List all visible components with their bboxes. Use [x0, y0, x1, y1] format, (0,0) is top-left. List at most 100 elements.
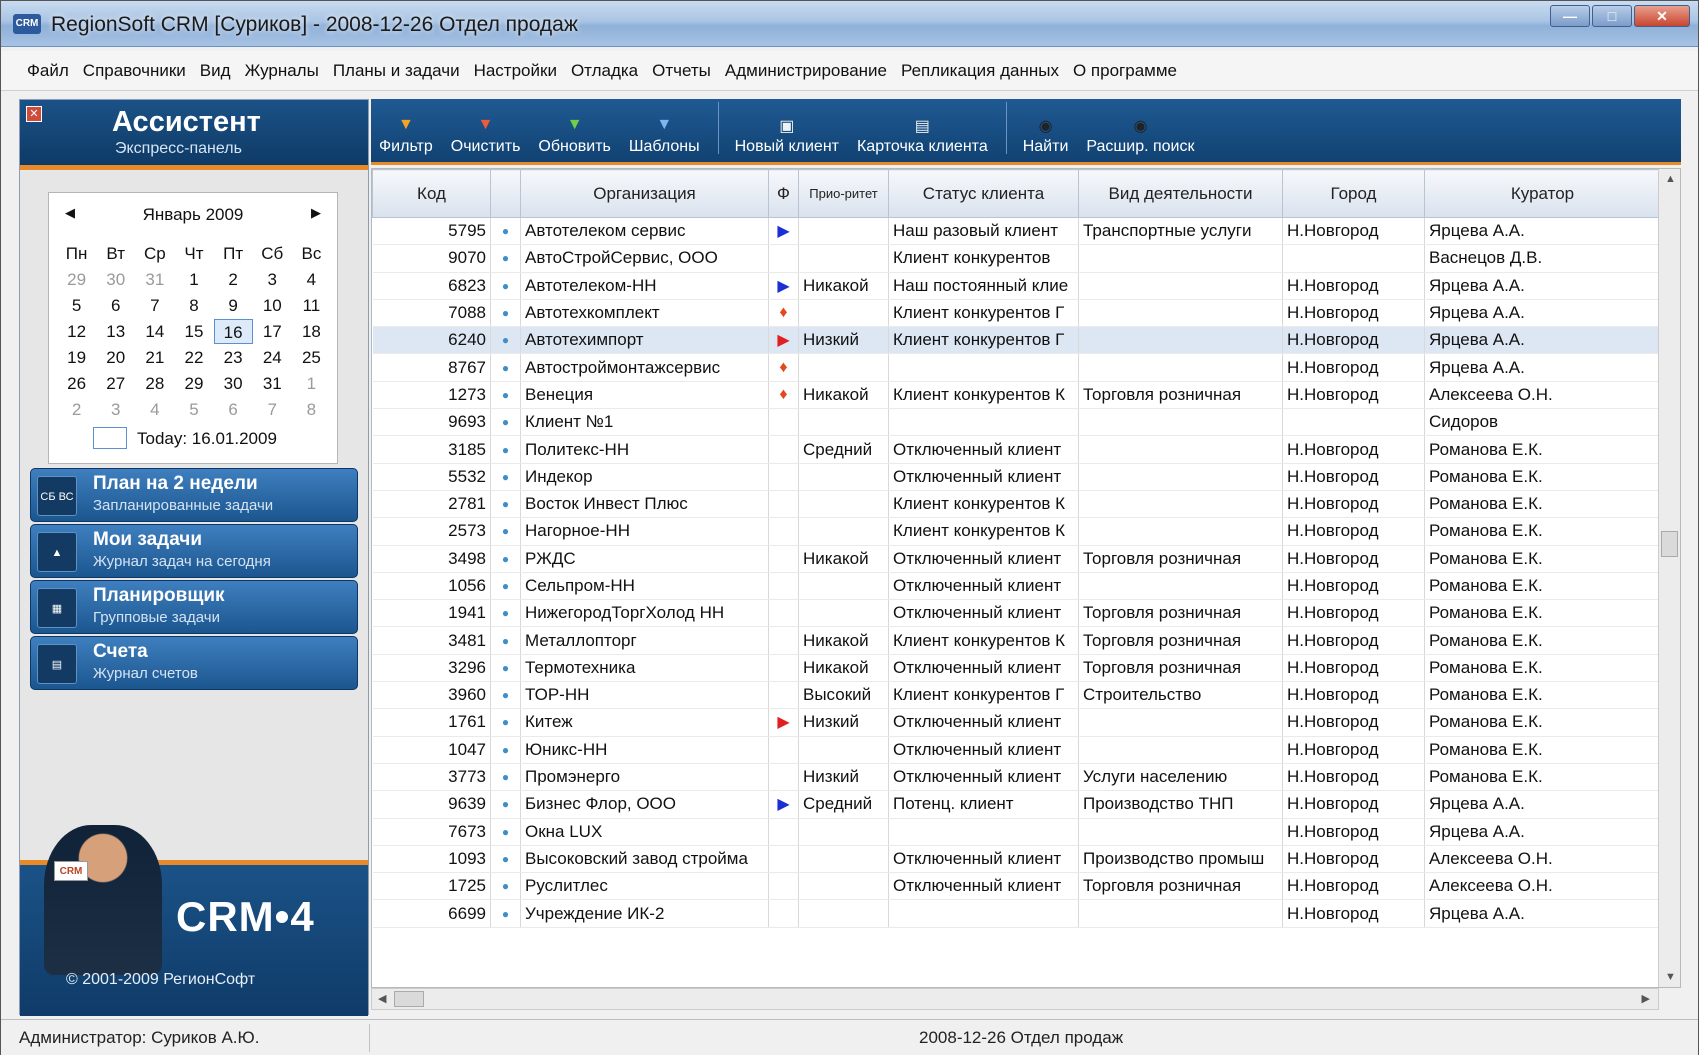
calendar-day[interactable]: 29 — [174, 371, 213, 396]
table-row[interactable]: 9070 ● АвтоСтройСервис, ООО Клиент конкурен… — [372, 244, 1661, 273]
calendar-day[interactable]: 11 — [292, 293, 331, 318]
menu-references[interactable]: Справочники — [83, 61, 186, 81]
col-header-city[interactable]: Город — [1282, 169, 1425, 218]
table-row[interactable]: 3296 ● Термотехника Никакой Отключенный клие… — [372, 654, 1661, 683]
calendar-day[interactable]: 20 — [96, 345, 135, 370]
scroll-left-icon[interactable]: ◀ — [378, 992, 386, 1005]
menu-administration[interactable]: Администрирование — [725, 61, 887, 81]
horizontal-scroll-thumb[interactable] — [394, 991, 424, 1007]
calendar-day[interactable]: 31 — [253, 371, 292, 396]
calendar-day[interactable]: 18 — [292, 319, 331, 344]
calendar-day[interactable]: 13 — [96, 319, 135, 344]
calendar-day[interactable]: 25 — [292, 345, 331, 370]
table-row[interactable]: 6240 ● Автотехимпорт ▶ Низкий Клиент конкурен… — [372, 326, 1661, 355]
scroll-right-icon[interactable]: ▶ — [1642, 992, 1650, 1005]
col-header-status[interactable]: Статус клиента — [888, 169, 1079, 218]
table-row[interactable]: 1273 ● Венеция ♦ Никакой Клиент конкурентов К… — [372, 381, 1661, 410]
table-row[interactable]: 3185 ● Политекс-НН Средний Отключенный клиен… — [372, 435, 1661, 464]
calendar-day[interactable]: 30 — [96, 267, 135, 292]
calendar-day[interactable]: 29 — [57, 267, 96, 292]
filter-button[interactable]: ▼ Фильтр — [379, 116, 433, 156]
calendar-day[interactable]: 19 — [57, 345, 96, 370]
calendar-day[interactable]: 30 — [214, 371, 253, 396]
planner-button[interactable]: ▦ Планировщик Групповые задачи — [30, 580, 358, 634]
horizontal-scrollbar[interactable]: ◀ ▶ — [371, 988, 1659, 1010]
minimize-icon[interactable]: — — [1550, 5, 1590, 27]
calendar-today-link[interactable]: Today: 16.01.2009 — [137, 429, 277, 449]
calendar-day[interactable]: 28 — [135, 371, 174, 396]
calendar-day[interactable]: 26 — [57, 371, 96, 396]
table-row[interactable]: 9693 ● Клиент №1 Сидоров — [372, 408, 1661, 437]
calendar-day[interactable]: 21 — [135, 345, 174, 370]
calendar-day[interactable]: 1 — [292, 371, 331, 396]
calendar-day[interactable]: 24 — [253, 345, 292, 370]
calendar-day[interactable]: 9 — [214, 293, 253, 318]
table-row[interactable]: 1093 ● Высоковский завод стройма Отключенны… — [372, 845, 1661, 874]
calendar-day[interactable]: 6 — [214, 397, 253, 422]
table-row[interactable]: 5532 ● Индекор Отключенный клиент Н.Новгород… — [372, 463, 1661, 491]
calendar-day[interactable]: 27 — [96, 371, 135, 396]
table-row[interactable]: 3960 ● ТОР-НН Высокий Клиент конкурентов Г Ст… — [372, 681, 1661, 710]
my-tasks-button[interactable]: ▲ Мои задачи Журнал задач на сегодня — [30, 524, 358, 578]
maximize-icon[interactable]: □ — [1592, 5, 1632, 27]
menu-file[interactable]: Файл — [27, 61, 69, 81]
table-row[interactable]: 7673 ● Окна LUX Н.Новгород Ярцева А.А. — [372, 818, 1661, 846]
table-row[interactable]: 1761 ● Китеж ▶ Низкий Отключенный клиент Н.Нов… — [372, 708, 1661, 737]
calendar-day[interactable]: 14 — [135, 319, 174, 344]
table-row[interactable]: 1047 ● Юникс-НН Отключенный клиент Н.Новгоро… — [372, 736, 1661, 764]
menu-about[interactable]: О программе — [1073, 61, 1177, 81]
calendar-day[interactable]: 5 — [174, 397, 213, 422]
close-panel-icon[interactable]: ✕ — [26, 106, 42, 122]
close-icon[interactable]: ✕ — [1634, 5, 1690, 27]
calendar-day[interactable]: 16 — [213, 319, 253, 344]
calendar-next-icon[interactable]: ▶ — [311, 205, 321, 221]
calendar-day[interactable]: 10 — [253, 293, 292, 318]
col-header-organization[interactable]: Организация — [520, 169, 769, 218]
table-row[interactable]: 1056 ● Сельпром-НН Отключенный клиент Н.Новг… — [372, 572, 1661, 601]
table-row[interactable]: 1725 ● Руслитлес Отключенный клиент Торговля… — [372, 872, 1661, 901]
calendar-day[interactable]: 3 — [96, 397, 135, 422]
col-header-priority[interactable]: Прио-ритет — [798, 169, 889, 218]
table-row[interactable]: 6823 ● Автотелеком-НН ▶ Никакой Наш постоянны… — [372, 272, 1661, 300]
calendar-day[interactable]: 8 — [292, 397, 331, 422]
table-row[interactable]: 7088 ● Автотехкомплект ♦ Клиент конкурентов … — [372, 299, 1661, 328]
new-client-button[interactable]: ▣ Новый клиент — [735, 116, 839, 156]
table-row[interactable]: 3481 ● Металлопторг Никакой Клиент конкурент… — [372, 626, 1661, 655]
menu-plans-tasks[interactable]: Планы и задачи — [333, 61, 460, 81]
calendar-day[interactable]: 12 — [57, 319, 96, 344]
calendar-day[interactable]: 2 — [57, 397, 96, 422]
clear-button[interactable]: ▼ Очистить — [451, 116, 521, 156]
calendar-day[interactable]: 3 — [253, 267, 292, 292]
calendar-day[interactable]: 6 — [96, 293, 135, 318]
calendar-day[interactable]: 23 — [214, 345, 253, 370]
scroll-up-icon[interactable]: ▲ — [1665, 173, 1676, 185]
calendar-day[interactable]: 8 — [174, 293, 213, 318]
menu-reports[interactable]: Отчеты — [652, 61, 711, 81]
title-bar[interactable]: CRM RegionSoft CRM [Суриков] - 2008-12-2… — [1, 1, 1698, 47]
calendar-day[interactable]: 2 — [214, 267, 253, 292]
scroll-down-icon[interactable]: ▼ — [1665, 971, 1676, 983]
calendar-day[interactable]: 31 — [135, 267, 174, 292]
templates-button[interactable]: ▼ Шаблоны — [629, 116, 700, 156]
col-header-code[interactable]: Код — [372, 169, 491, 218]
col-header-flag[interactable]: Ф — [768, 169, 799, 218]
vertical-scroll-thumb[interactable] — [1661, 531, 1678, 557]
calendar-day[interactable]: 4 — [292, 267, 331, 292]
table-row[interactable]: 2781 ● Восток Инвест Плюс Клиент конкуренто… — [372, 490, 1661, 519]
calendar-day[interactable]: 5 — [57, 293, 96, 318]
advanced-search-button[interactable]: ◉ Расшир. поиск — [1086, 116, 1194, 156]
calendar-day[interactable]: 15 — [174, 319, 213, 344]
calendar-day[interactable]: 7 — [253, 397, 292, 422]
calendar-day[interactable]: 22 — [174, 345, 213, 370]
menu-view[interactable]: Вид — [200, 61, 231, 81]
find-button[interactable]: ◉ Найти — [1023, 116, 1069, 156]
table-row[interactable]: 9639 ● Бизнес Флор, ООО ▶ Средний Потенц. кли… — [372, 790, 1661, 819]
calendar-day[interactable]: 7 — [135, 293, 174, 318]
table-row[interactable]: 3498 ● РЖДС Никакой Отключенный клиент Торгов… — [372, 545, 1661, 573]
table-row[interactable]: 8767 ● Автостроймонтажсервис ♦ Н.Новгород Ярц… — [372, 353, 1661, 382]
table-row[interactable]: 5795 ● Автотелеком сервис ▶ Наш разовый клие… — [372, 217, 1661, 246]
calendar-day[interactable]: 4 — [135, 397, 174, 422]
plan-two-weeks-button[interactable]: СБ ВС План на 2 недели Запланированные з… — [30, 468, 358, 522]
menu-journals[interactable]: Журналы — [245, 61, 319, 81]
table-row[interactable]: 6699 ● Учреждение ИК-2 Н.Новгород Ярцева А.А… — [372, 899, 1661, 928]
